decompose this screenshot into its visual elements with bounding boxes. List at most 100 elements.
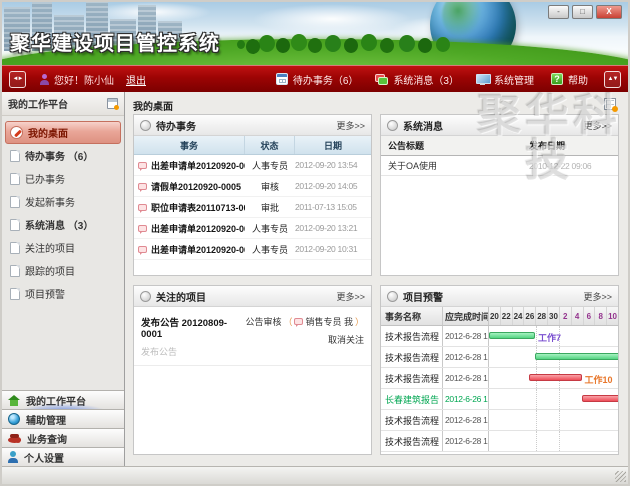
toolbar-item-messages[interactable]: 系统消息（3） [375, 72, 459, 87]
warning-panel-header: 项目预警 更多>> [381, 286, 618, 307]
gantt-gridline [536, 431, 537, 451]
todo-panel: 待办事务 更多>> 事务 状态 日期 出差申请单20120920-0004人事专… [133, 114, 372, 276]
gantt-due-date: 2012-6-28 1 [443, 410, 489, 430]
gantt-bar-area [489, 431, 618, 451]
sidebar-item[interactable]: 项目预警 [5, 282, 121, 305]
followed-more-link[interactable]: 更多>> [336, 290, 365, 303]
nav-button[interactable]: 业务查询 [2, 428, 124, 447]
toolbar-item-todo-calendar[interactable]: 待办事务（6） [276, 72, 359, 87]
panel-settings-icon[interactable] [107, 98, 118, 109]
gantt-task-name: 技术报告流程 [381, 431, 443, 451]
sidebar-collapse-icon[interactable]: ◄► [9, 71, 26, 88]
nav-button[interactable]: 个人设置 [2, 447, 124, 466]
unfollow-link[interactable]: 取消关注 [245, 333, 364, 346]
gantt-gridline [536, 389, 537, 409]
message-row-list: 关于OA使用2010-12-22 09:06 [381, 156, 618, 176]
followed-panel-title: 关注的项目 [156, 289, 206, 304]
warning-more-link[interactable]: 更多>> [583, 290, 612, 303]
gantt-row[interactable]: 技术报告流程2012-6-28 1 [381, 431, 618, 452]
todo-col-task: 事务 [134, 136, 245, 154]
binoculars-icon [8, 437, 21, 443]
gantt-gridline [559, 431, 560, 451]
gantt-row[interactable]: 长春建筑报告2012-6-26 1 [381, 389, 618, 410]
gantt-due-date: 2012-6-28 1 [443, 347, 489, 367]
sidebar-item[interactable]: 关注的项目 [5, 236, 121, 259]
messages-more-link[interactable]: 更多>> [583, 119, 612, 132]
gantt-task-name: 技术报告流程 [381, 347, 443, 367]
gantt-due-date: 2012-6-28 1 [443, 431, 489, 451]
followed-item-assignee: 销售专员 我 [305, 315, 353, 328]
gantt-bar-area: 工作7 [489, 326, 618, 346]
message-row[interactable]: 关于OA使用2010-12-22 09:06 [381, 156, 618, 176]
sidebar-item[interactable]: 已办事务 [5, 167, 121, 190]
timeline-tick: 6 [584, 307, 596, 325]
maximize-button[interactable]: □ [572, 5, 593, 19]
followed-item-right: 公告审核 （ 销售专员 我 ） 取消关注 [245, 315, 364, 358]
trees-decoration [237, 40, 245, 49]
panel-bullet-icon [387, 120, 398, 131]
gantt-gridline [536, 326, 537, 346]
timeline-tick: 8 [595, 307, 607, 325]
todo-date: 2012-09-20 10:31 [295, 244, 371, 254]
timeline-tick: 24 [513, 307, 525, 325]
minimize-button[interactable]: - [548, 5, 569, 19]
messages-panel: 系统消息 更多>> 公告标题 发布日期 关于OA使用2010-12-22 09:… [380, 114, 619, 276]
close-button[interactable]: X [596, 5, 622, 19]
sidebar-item[interactable]: 我的桌面 [5, 121, 121, 144]
messages-panel-header: 系统消息 更多>> [381, 115, 618, 136]
logout-link[interactable]: 退出 [126, 72, 146, 87]
desktop-config-icon[interactable] [604, 98, 616, 110]
todo-row[interactable]: 出差申请单20120920-0004人事专员2012-09-20 13:54 [134, 155, 371, 176]
sidebar-item[interactable]: 系统消息 （3） [5, 213, 121, 236]
content-area: 我的工作平台 我的桌面待办事务 （6）已办事务发起新事务系统消息 （3）关注的项… [2, 92, 628, 466]
todo-task-name: 职位申请表20110713-0026 [134, 201, 245, 214]
gantt-row[interactable]: 技术报告流程2012-6-28 1 [381, 347, 618, 368]
messages-col-date: 发布日期 [529, 139, 611, 152]
todo-row[interactable]: 请假单20120920-0005审核2012-09-20 14:05 [134, 176, 371, 197]
todo-row[interactable]: 职位申请表20110713-0026审批2011-07-13 15:05 [134, 197, 371, 218]
todo-more-link[interactable]: 更多>> [336, 119, 365, 132]
document-icon [10, 150, 20, 162]
sidebar-item-label: 发起新事务 [25, 194, 75, 209]
messages-icon [375, 74, 388, 85]
gantt-row[interactable]: 技术报告流程2012-6-28 1工作7 [381, 326, 618, 347]
todo-task-name: 出差申请单20120920-0002 [134, 243, 245, 256]
gantt-bar-area: 工作10 [489, 368, 618, 388]
main-area: 我的桌面 聚华科技 待办事务 更多>> 事务 状态 日期 出差申请 [125, 92, 628, 466]
sidebar-item[interactable]: 待办事务 （6） [5, 144, 121, 167]
messages-col-title: 公告标题 [388, 139, 529, 152]
sidebar-item[interactable]: 跟踪的项目 [5, 259, 121, 282]
resize-grip[interactable] [615, 471, 626, 482]
timeline-tick: 10 [607, 307, 618, 325]
document-icon [10, 242, 20, 254]
toolbar-item-help[interactable]: ?帮助 [551, 72, 588, 87]
followed-item-subtitle: 发布公告 [141, 345, 245, 358]
nav-button[interactable]: 辅助管理 [2, 409, 124, 428]
todo-calendar-icon [276, 73, 288, 85]
todo-row[interactable]: 出差申请单20120920-0002人事专员2012-09-20 10:31 [134, 239, 371, 260]
sidebar-item[interactable]: 发起新事务 [5, 190, 121, 213]
todo-col-status: 状态 [245, 136, 295, 154]
timeline-tick: 28 [536, 307, 548, 325]
sidebar-item-label: 项目预警 [25, 286, 65, 301]
sidebar-item-label: 我的桌面 [28, 125, 68, 140]
gantt-row[interactable]: 技术报告流程2012-6-28 1工作10 [381, 368, 618, 389]
gantt-task-name: 技术报告流程 [381, 368, 443, 388]
gantt-col-task: 事务名称 [381, 307, 443, 325]
todo-row[interactable]: 出差申请单20120920-0003人事专员2012-09-20 13:21 [134, 218, 371, 239]
messages-table-header: 公告标题 发布日期 [381, 136, 618, 156]
followed-projects-panel: 关注的项目 更多>> 发布公告 20120809-0001 发布公告 公告审核 … [133, 285, 372, 455]
header-collapse-icon[interactable]: ▲▼ [604, 71, 621, 88]
followed-project-item[interactable]: 发布公告 20120809-0001 发布公告 公告审核 （ 销售专员 我 ） [134, 307, 371, 366]
todo-panel-header: 待办事务 更多>> [134, 115, 371, 136]
todo-task-text: 出差申请单20120920-0004 [151, 159, 245, 172]
gantt-row[interactable]: 技术报告流程2012-6-28 1 [381, 410, 618, 431]
todo-task-name: 出差申请单20120920-0003 [134, 222, 245, 235]
toolbar-item-system-monitor[interactable]: 系统管理 [476, 72, 534, 87]
app-banner: 聚华建设项目管控系统 - □ X [2, 2, 628, 65]
toolbar-item-label: 待办事务（6） [293, 72, 359, 87]
timeline-tick: 26 [524, 307, 536, 325]
nav-button[interactable]: 我的工作平台 [2, 390, 124, 409]
followed-item-name: 发布公告 20120809-0001 [141, 315, 245, 340]
followed-panel-header: 关注的项目 更多>> [134, 286, 371, 307]
